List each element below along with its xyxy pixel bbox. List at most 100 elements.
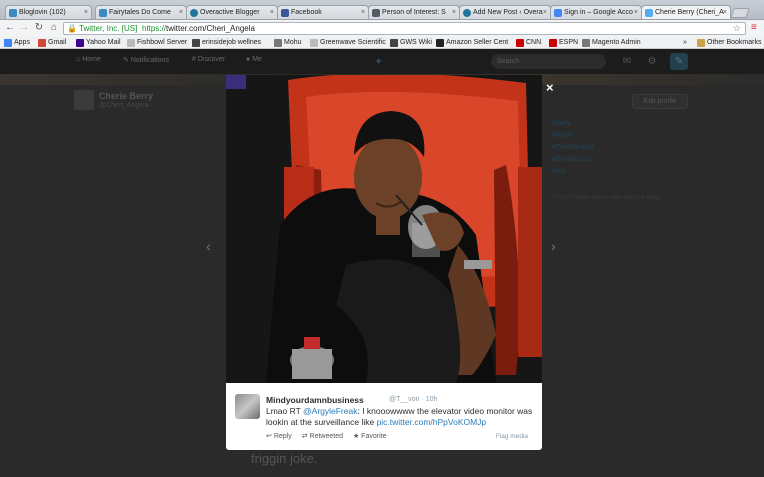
bookmark-item[interactable]: ESPN xyxy=(549,37,578,49)
tweet-handle-time: @T__von · 10h xyxy=(389,396,437,403)
trend-item[interactable]: Miami xyxy=(552,118,594,130)
media-illustration xyxy=(226,75,542,383)
wiki-icon xyxy=(390,39,398,47)
apps-icon xyxy=(4,39,12,47)
close-icon[interactable]: × xyxy=(543,6,547,19)
profile-card[interactable]: Cherie Berry @Cheri_Angela xyxy=(70,88,220,118)
wordpress-icon xyxy=(463,9,471,17)
nav-home[interactable]: ⌂ Home xyxy=(76,56,101,63)
trend-item[interactable]: #GoHabsGo xyxy=(552,154,594,166)
bookmark-item[interactable]: Gmail xyxy=(38,37,66,49)
profile-handle: @Cheri_Angela xyxy=(99,102,149,109)
browser-tab-active[interactable]: Cherie Berry (Cheri_A × xyxy=(641,5,731,19)
ev-certificate-label: 🔒 Twitter, Inc. [US] xyxy=(67,24,138,33)
settings-gear-icon[interactable]: ⚙ xyxy=(645,55,659,69)
browser-tab-strip: Bloglovin (102) × Fairytales Do Come × Ove… xyxy=(0,0,764,20)
edit-profile-button[interactable]: Edit profile xyxy=(632,94,688,109)
back-arrow-icon[interactable]: ← xyxy=(4,22,16,34)
reload-icon[interactable]: ↻ xyxy=(33,22,45,34)
close-icon[interactable]: × xyxy=(361,6,365,19)
page-icon xyxy=(310,39,318,47)
bookmark-item[interactable]: Yahoo Mail xyxy=(76,37,121,49)
chrome-menu-icon[interactable]: ≡ xyxy=(751,22,761,34)
browser-tab[interactable]: Bloglovin (102) × xyxy=(5,5,92,19)
bloglovin-icon xyxy=(9,9,17,17)
other-bookmarks-folder[interactable]: Other Bookmarks xyxy=(697,37,761,49)
tweet-timestamp[interactable]: · 10h xyxy=(421,396,437,403)
retweet-button[interactable]: ⇄ Retweeted xyxy=(302,432,343,440)
avatar[interactable] xyxy=(74,90,94,110)
nav-me[interactable]: ● Me xyxy=(246,56,262,63)
previous-media-arrow-icon[interactable]: ‹ xyxy=(206,238,211,254)
trend-item[interactable]: #oomf xyxy=(552,130,594,142)
reply-icon: ↩ xyxy=(266,433,272,440)
twitter-logo-icon[interactable]: ✦ xyxy=(374,55,383,68)
close-icon[interactable]: × xyxy=(634,6,638,19)
espn-icon xyxy=(549,39,557,47)
bookmark-item[interactable]: GWS Wiki xyxy=(390,37,432,49)
close-icon[interactable]: × xyxy=(84,6,88,19)
tweet-actions: ↩ Reply ⇄ Retweeted ★ Favorite xyxy=(266,432,394,440)
bookmark-item[interactable]: CNN xyxy=(516,37,541,49)
bookmark-item[interactable]: Amazon Seller Cent xyxy=(436,37,508,49)
tweet-details-panel: Mindyourdamnbusiness @T__von · 10h Lmao … xyxy=(226,383,542,450)
messages-icon[interactable]: ✉ xyxy=(620,55,634,69)
close-icon[interactable]: × xyxy=(179,6,183,19)
trend-item[interactable]: #TheBlacklist xyxy=(552,142,594,154)
yahoo-icon xyxy=(76,39,84,47)
flag-media-link[interactable]: Flag media xyxy=(496,433,528,440)
home-icon[interactable]: ⌂ xyxy=(48,22,60,34)
bookmark-item[interactable]: Magento Admin xyxy=(582,37,641,49)
forward-arrow-icon[interactable]: → xyxy=(18,22,30,34)
compose-tweet-button[interactable]: ✎ xyxy=(670,53,688,70)
bookmark-item[interactable]: Greenwave Scientific xyxy=(310,37,386,49)
next-media-arrow-icon[interactable]: › xyxy=(551,238,556,254)
bookmark-star-icon[interactable]: ☆ xyxy=(733,23,741,34)
footer-links[interactable]: © 2014 Twitter About Help Ads Our Blog xyxy=(552,195,659,201)
page-icon xyxy=(372,9,380,17)
google-icon xyxy=(554,9,562,17)
bookmark-item[interactable]: Apps xyxy=(4,37,30,49)
tweet-author-handle[interactable]: @T__von xyxy=(389,396,419,403)
favorite-button[interactable]: ★ Favorite xyxy=(353,432,387,440)
avatar[interactable] xyxy=(235,394,260,419)
bookmark-item[interactable]: Fishbowl Server xyxy=(127,37,187,49)
tweet-author-name[interactable]: Mindyourdamnbusiness xyxy=(266,395,364,405)
cnn-icon xyxy=(516,39,524,47)
wordpress-icon xyxy=(190,9,198,17)
blog-icon xyxy=(99,9,107,17)
browser-tab[interactable]: Overactive Blogger × xyxy=(186,5,278,19)
browser-tab[interactable]: Person of Interest: S × xyxy=(368,5,460,19)
close-icon[interactable]: × xyxy=(723,6,727,19)
browser-tab[interactable]: Facebook × xyxy=(277,5,369,19)
gmail-icon xyxy=(38,39,46,47)
nav-notifications[interactable]: ✎ Notifications xyxy=(123,56,169,64)
close-icon[interactable]: × xyxy=(452,6,456,19)
browser-tab[interactable]: Fairytales Do Come × xyxy=(95,5,187,19)
browser-tab[interactable]: Sign in – Google Acco × xyxy=(550,5,642,19)
address-bar[interactable]: 🔒 Twitter, Inc. [US] https://twitter.com… xyxy=(63,22,746,35)
close-modal-icon[interactable]: × xyxy=(546,80,554,95)
profile-name[interactable]: Cherie Berry xyxy=(99,91,153,101)
bookmark-item[interactable]: erinsidejob wellnes xyxy=(192,37,261,49)
twitter-bird-icon xyxy=(645,9,653,17)
bookmark-item[interactable]: Mohu xyxy=(274,37,302,49)
twitter-top-nav: ⌂ Home ✎ Notifications # Discover ● Me ✦… xyxy=(0,50,764,74)
twitter-search-input[interactable]: Search xyxy=(491,54,606,69)
close-icon[interactable]: × xyxy=(270,6,274,19)
amazon-icon xyxy=(436,39,444,47)
tweet-media-image[interactable] xyxy=(226,75,542,383)
mention-link[interactable]: @ArgyleFreak xyxy=(303,406,357,416)
new-tab-button[interactable] xyxy=(730,8,750,18)
tweet-text: Lmao RT @ArgyleFreak: I knooowwww the el… xyxy=(266,406,533,427)
nav-discover[interactable]: # Discover xyxy=(192,56,225,63)
folder-icon xyxy=(697,39,705,47)
reply-button[interactable]: ↩ Reply xyxy=(266,432,292,440)
trend-item[interactable]: Nets xyxy=(552,166,594,178)
media-link[interactable]: pic.twitter.com/hPpVoKOMJp xyxy=(377,417,487,427)
more-bookmarks-chevron[interactable]: » xyxy=(683,37,687,49)
timeline-tweet-text: friggin joke. xyxy=(251,451,318,466)
browser-tab[interactable]: Add New Post ‹ Overa × xyxy=(459,5,551,19)
star-icon: ★ xyxy=(352,433,360,440)
bookmarks-bar: Apps Gmail Yahoo Mail Fishbowl Server er… xyxy=(0,37,764,49)
